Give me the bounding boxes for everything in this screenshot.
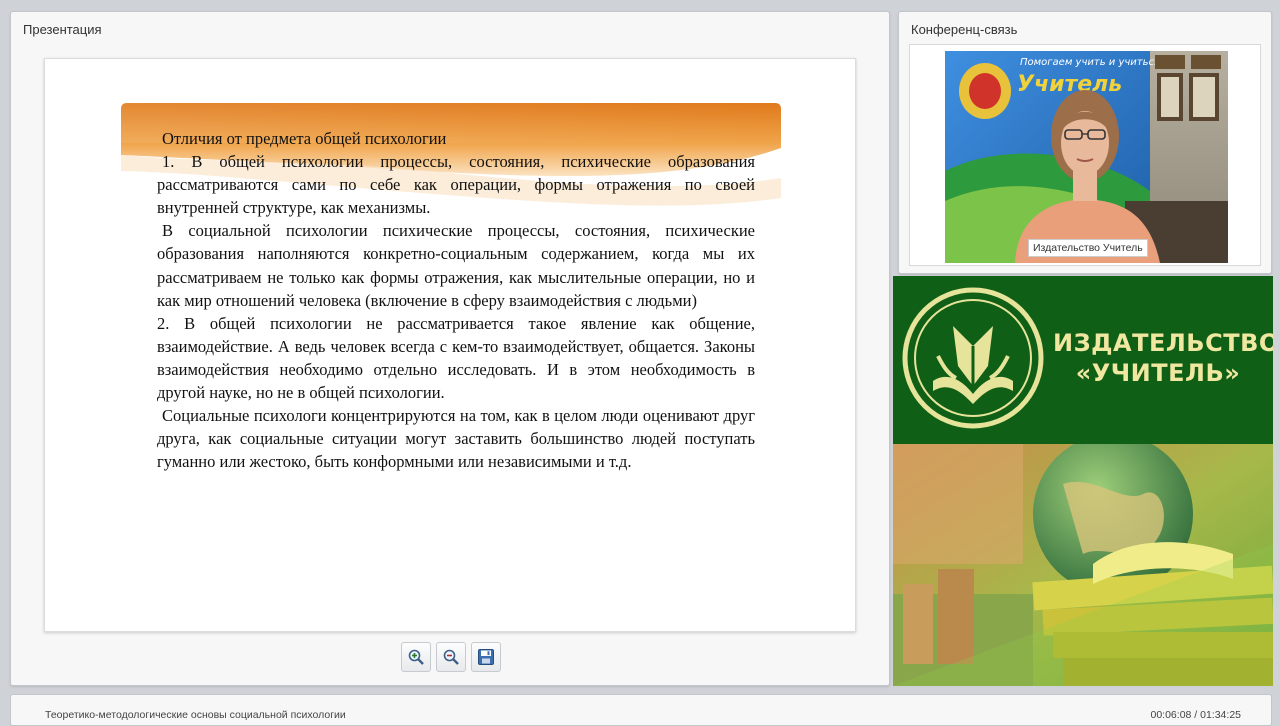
- lecture-title: Теоретико-методологические основы социал…: [45, 709, 346, 721]
- video-frame: Помогаем учить и учиться Учитель Издател…: [909, 44, 1261, 266]
- books-globe-image: [893, 444, 1273, 686]
- conference-title: Конференц-связь: [911, 22, 1018, 37]
- slide-paragraph: Социальные психологи концентрируются на …: [157, 406, 755, 472]
- publisher-line2: «УЧИТЕЛЬ»: [1075, 359, 1241, 387]
- slide-toolbar: [401, 642, 501, 672]
- slide-paragraph: 1. В общей психологии процессы, состояни…: [157, 152, 755, 218]
- publisher-line1: ИЗДАТЕЛЬСТВО: [1053, 329, 1273, 357]
- slide-paragraph: В социальной психологии психические проц…: [157, 221, 755, 310]
- webcam-video[interactable]: Помогаем учить и учиться Учитель Издател…: [945, 51, 1228, 263]
- zoom-in-icon: [408, 649, 424, 665]
- player-footer: Теоретико-методологические основы социал…: [10, 694, 1272, 726]
- save-button[interactable]: [471, 642, 501, 672]
- zoom-out-icon: [443, 649, 459, 665]
- publisher-name: ИЗДАТЕЛЬСТВО «УЧИТЕЛЬ»: [1053, 328, 1273, 388]
- slide-heading: Отличия от предмета общей психологии: [162, 129, 447, 148]
- slide-paragraph: 2. В общей психологии не рассматривается…: [157, 313, 755, 403]
- publisher-logo-icon: [902, 287, 1044, 429]
- presentation-panel: Презентация Отличия от предмета общей пс…: [10, 11, 890, 686]
- zoom-out-button[interactable]: [436, 642, 466, 672]
- playback-time: 00:06:08 / 01:34:25: [1150, 709, 1242, 721]
- speaker-label: Издательство Учитель: [1028, 239, 1148, 257]
- slide: Отличия от предмета общей психологии 1. …: [44, 58, 856, 632]
- poster-brand: Учитель: [1017, 72, 1122, 97]
- promo-header: ИЗДАТЕЛЬСТВО «УЧИТЕЛЬ»: [893, 276, 1273, 444]
- slide-text: Отличия от предмета общей психологии 1. …: [157, 127, 755, 473]
- zoom-in-button[interactable]: [401, 642, 431, 672]
- conference-panel: Конференц-связь Помогаем учить и учиться…: [898, 11, 1272, 274]
- video-scene: Помогаем учить и учиться Учитель: [945, 51, 1228, 263]
- save-icon: [478, 649, 494, 665]
- publisher-promo: ИЗДАТЕЛЬСТВО «УЧИТЕЛЬ»: [893, 276, 1273, 686]
- poster-slogan: Помогаем учить и учиться: [1020, 57, 1160, 68]
- presentation-title: Презентация: [23, 22, 102, 37]
